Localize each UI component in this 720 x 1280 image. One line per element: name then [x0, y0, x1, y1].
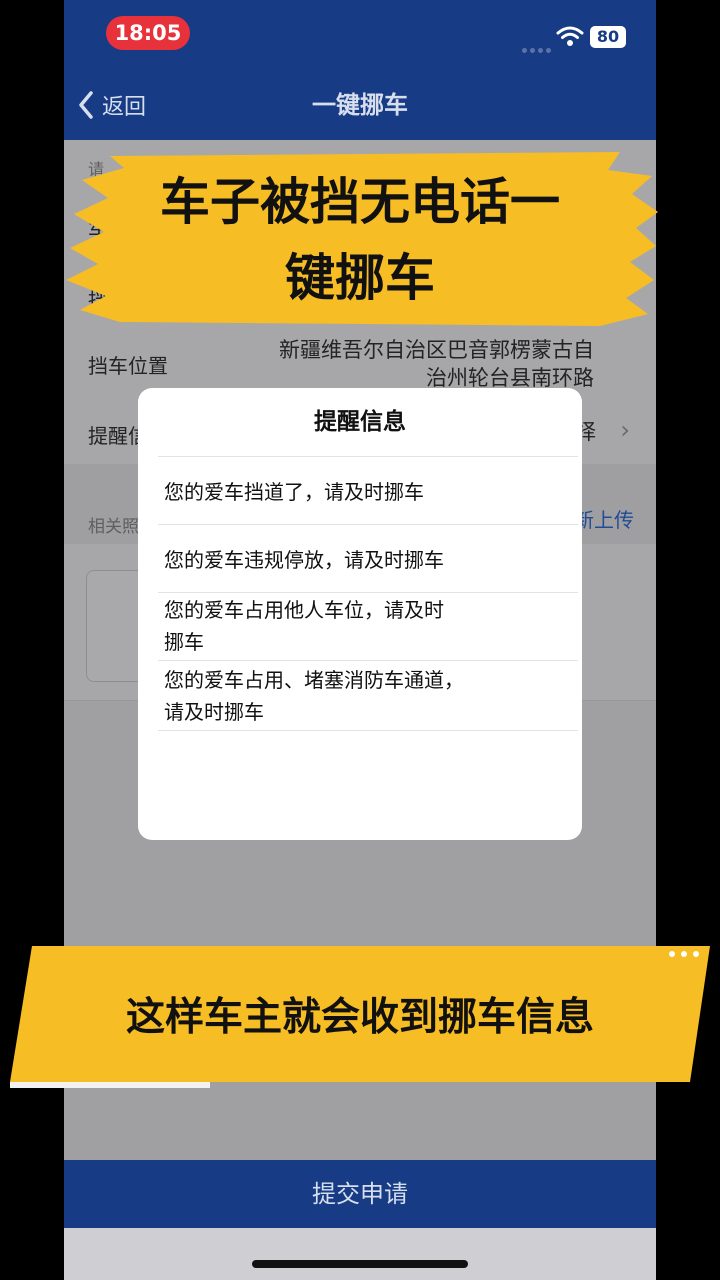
divider	[158, 524, 578, 525]
top-caption-line-1: 车子被挡无电话一	[160, 173, 560, 231]
reminder-option-4-line-1: 您的爱车占用、堵塞消防车通道，	[164, 668, 464, 692]
divider	[158, 456, 578, 457]
reminder-option-4-line-2: 请及时挪车	[164, 700, 264, 724]
wifi-icon	[556, 26, 584, 46]
divider	[158, 592, 578, 593]
status-bar: 18:05 80	[64, 0, 656, 70]
status-time: 18:05	[106, 16, 190, 50]
page-title: 一键挪车	[312, 91, 408, 119]
reminder-option-2-text: 您的爱车违规停放，请及时挪车	[164, 548, 444, 572]
reminder-option-1[interactable]: 您的爱车挡道了，请及时挪车	[164, 476, 560, 508]
reminder-option-1-text: 您的爱车挡道了，请及时挪车	[164, 480, 424, 504]
nav-bar: 返回 一键挪车	[64, 70, 656, 140]
reminder-option-3[interactable]: 您的爱车占用他人车位，请及时 挪车	[164, 594, 560, 658]
top-caption-line-2: 键挪车	[285, 249, 435, 307]
divider	[158, 730, 578, 731]
reminder-dialog: 提醒信息 您的爱车挡道了，请及时挪车 您的爱车违规停放，请及时挪车 您的爱车占用…	[138, 388, 582, 840]
divider	[158, 660, 578, 661]
top-caption: 车子被挡无电话一 键挪车	[60, 164, 660, 316]
submit-button[interactable]: 提交申请	[64, 1160, 656, 1228]
signal-dots-icon	[522, 38, 556, 53]
bottom-area	[64, 1228, 656, 1280]
reminder-option-2[interactable]: 您的爱车违规停放，请及时挪车	[164, 544, 560, 576]
reminder-option-3-line-1: 您的爱车占用他人车位，请及时	[164, 598, 444, 622]
home-indicator	[252, 1260, 468, 1268]
bottom-caption: 这样车主就会收到挪车信息	[125, 995, 594, 1040]
battery-icon: 80	[590, 26, 626, 48]
reminder-option-4[interactable]: 您的爱车占用、堵塞消防车通道， 请及时挪车	[164, 664, 560, 728]
dialog-title: 提醒信息	[314, 409, 406, 435]
reminder-option-3-line-2: 挪车	[164, 630, 204, 654]
